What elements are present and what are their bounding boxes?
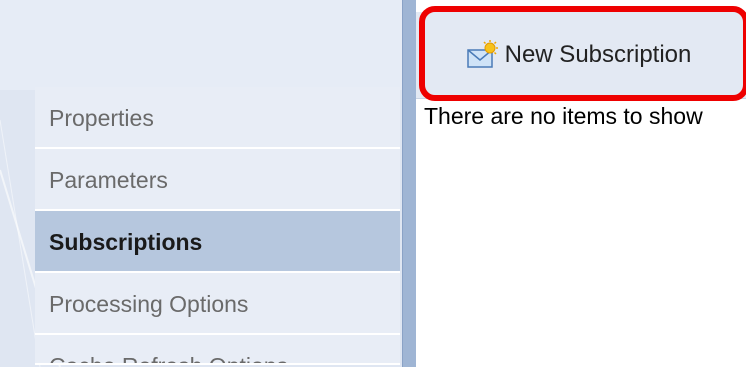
nav-list: Properties Parameters Subscriptions Proc…	[35, 87, 400, 365]
toolbar: New Subscription	[416, 12, 746, 99]
new-subscription-label: New Subscription	[504, 41, 692, 68]
nav-item-parameters[interactable]: Parameters	[35, 149, 400, 211]
empty-list-message: There are no items to show	[424, 103, 703, 129]
nav-item-properties[interactable]: Properties	[35, 87, 400, 149]
nav-item-processing-options[interactable]: Processing Options	[35, 273, 400, 335]
content-area: New Subscription There are no items to s…	[416, 0, 746, 367]
nav-item-cache-refresh-options[interactable]: Cache Refresh Options	[35, 335, 400, 365]
new-subscription-button[interactable]: New Subscription	[416, 12, 740, 98]
envelope-sun-icon	[465, 40, 499, 70]
nav-item-subscriptions[interactable]: Subscriptions	[35, 211, 400, 273]
left-nav-panel: Properties Parameters Subscriptions Proc…	[0, 0, 402, 367]
panel-splitter[interactable]	[402, 0, 416, 367]
